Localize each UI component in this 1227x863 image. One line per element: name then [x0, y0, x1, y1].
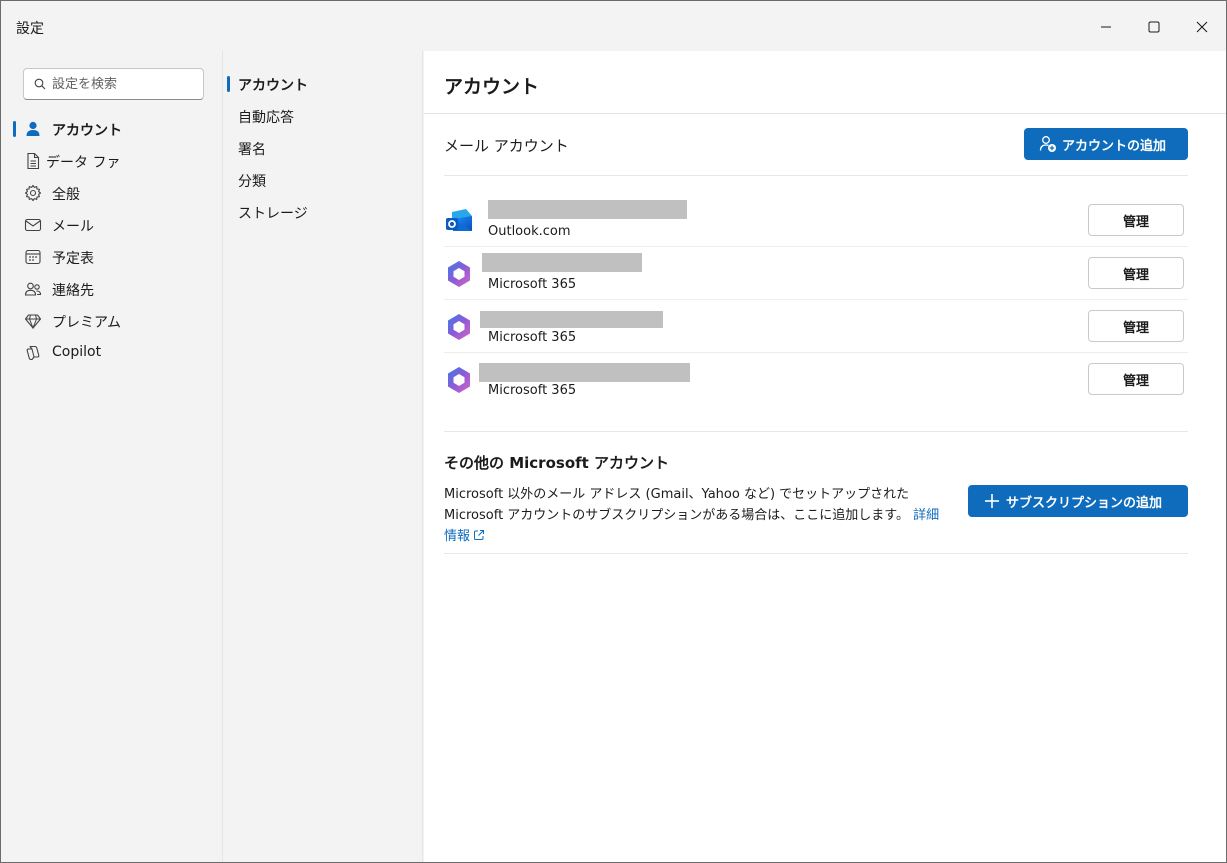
person-icon: [26, 121, 40, 136]
main-content: アカウント メール アカウント アカウントの追加 Outlook.com 管理 …: [424, 51, 1226, 862]
section-divider: [444, 553, 1188, 554]
person-add-icon: [1039, 136, 1056, 152]
window-title: 設定: [16, 21, 44, 37]
account-type: Outlook.com: [488, 224, 571, 239]
account-row: Microsoft 365 管理: [444, 247, 1188, 300]
subnav-item-auto-reply[interactable]: 自動応答: [227, 101, 417, 131]
sub-navigation: アカウント 自動応答 署名 分類 ストレージ: [223, 51, 423, 862]
subnav-item-storage[interactable]: ストレージ: [227, 197, 417, 227]
nav-item-label: Copilot: [52, 344, 102, 360]
close-icon: [1196, 21, 1208, 33]
subnav-item-label: アカウント: [238, 78, 308, 94]
left-navigation: アカウント データ ファ 全般 メール: [1, 51, 223, 862]
account-type: Microsoft 365: [488, 330, 577, 345]
nav-item-label: 予定表: [52, 251, 94, 267]
microsoft365-icon: [448, 367, 470, 393]
account-row: Microsoft 365 管理: [444, 353, 1188, 406]
maximize-button[interactable]: [1131, 11, 1177, 43]
account-row: Outlook.com 管理: [444, 194, 1188, 247]
nav-item-label: プレミアム: [52, 315, 122, 331]
account-row: Microsoft 365 管理: [444, 300, 1188, 353]
minimize-icon: [1101, 26, 1111, 28]
add-subscription-label: サブスクリプションの追加: [1006, 495, 1163, 511]
account-type: Microsoft 365: [488, 277, 577, 292]
subnav-item-label: 分類: [238, 174, 266, 190]
search-icon: [34, 78, 46, 90]
section-divider: [444, 175, 1188, 176]
manage-button[interactable]: 管理: [1088, 363, 1184, 395]
subnav-item-accounts[interactable]: アカウント: [227, 69, 417, 99]
header-divider: [424, 113, 1226, 114]
other-accounts-description: Microsoft 以外のメール アドレス (Gmail、Yahoo など) で…: [444, 484, 944, 547]
nav-item-label: メール: [52, 219, 94, 235]
nav-item-label: データ ファ: [46, 155, 121, 171]
title-bar: 設定: [1, 1, 1226, 51]
add-account-label: アカウントの追加: [1062, 138, 1167, 154]
manage-button[interactable]: 管理: [1088, 310, 1184, 342]
nav-item-calendar[interactable]: 予定表: [13, 242, 213, 272]
plus-icon: [985, 494, 999, 508]
nav-item-mail[interactable]: メール: [13, 210, 213, 240]
nav-item-copilot[interactable]: Copilot: [13, 338, 213, 368]
redacted-email: [482, 253, 642, 272]
settings-window: 設定 アカウント: [0, 0, 1227, 863]
nav-item-data-files[interactable]: データ ファ: [13, 146, 213, 176]
microsoft365-icon: [448, 261, 470, 287]
mail-icon: [24, 218, 42, 232]
redacted-email: [480, 311, 663, 328]
add-account-button[interactable]: アカウントの追加: [1024, 128, 1188, 160]
section-divider: [444, 431, 1188, 432]
copilot-icon: [26, 345, 40, 361]
nav-item-label: 全般: [52, 187, 80, 203]
outlook-icon: [446, 209, 472, 231]
description-text: Microsoft 以外のメール アドレス (Gmail、Yahoo など) で…: [444, 487, 910, 523]
nav-item-contacts[interactable]: 連絡先: [13, 274, 213, 304]
subnav-item-categories[interactable]: 分類: [227, 165, 417, 195]
microsoft365-icon: [448, 314, 470, 340]
close-button[interactable]: [1179, 11, 1225, 43]
maximize-icon: [1148, 21, 1160, 33]
redacted-email: [488, 200, 687, 219]
nav-item-label: アカウント: [52, 123, 122, 139]
subnav-item-label: 自動応答: [238, 110, 294, 126]
redacted-email: [479, 363, 690, 382]
add-subscription-button[interactable]: サブスクリプションの追加: [968, 485, 1188, 517]
account-type: Microsoft 365: [488, 383, 577, 398]
document-icon: [27, 152, 40, 170]
external-link-icon: [474, 530, 485, 540]
search-box[interactable]: [23, 68, 204, 100]
people-icon: [24, 282, 42, 296]
subnav-item-label: ストレージ: [238, 206, 308, 222]
nav-item-premium[interactable]: プレミアム: [13, 306, 213, 336]
calendar-icon: [25, 249, 41, 265]
nav-item-label: 連絡先: [52, 283, 94, 299]
minimize-button[interactable]: [1083, 11, 1129, 43]
other-accounts-heading: その他の Microsoft アカウント: [444, 454, 670, 472]
nav-item-accounts[interactable]: アカウント: [13, 114, 213, 144]
manage-button[interactable]: 管理: [1088, 204, 1184, 236]
active-indicator: [227, 76, 230, 92]
manage-button[interactable]: 管理: [1088, 257, 1184, 289]
active-indicator: [13, 121, 16, 137]
gear-icon: [24, 184, 42, 202]
mail-accounts-heading: メール アカウント: [444, 137, 569, 155]
diamond-icon: [24, 314, 42, 330]
page-title: アカウント: [444, 76, 540, 98]
subnav-item-label: 署名: [238, 142, 266, 158]
nav-item-general[interactable]: 全般: [13, 178, 213, 208]
subnav-item-signature[interactable]: 署名: [227, 133, 417, 163]
search-input[interactable]: [52, 73, 200, 95]
